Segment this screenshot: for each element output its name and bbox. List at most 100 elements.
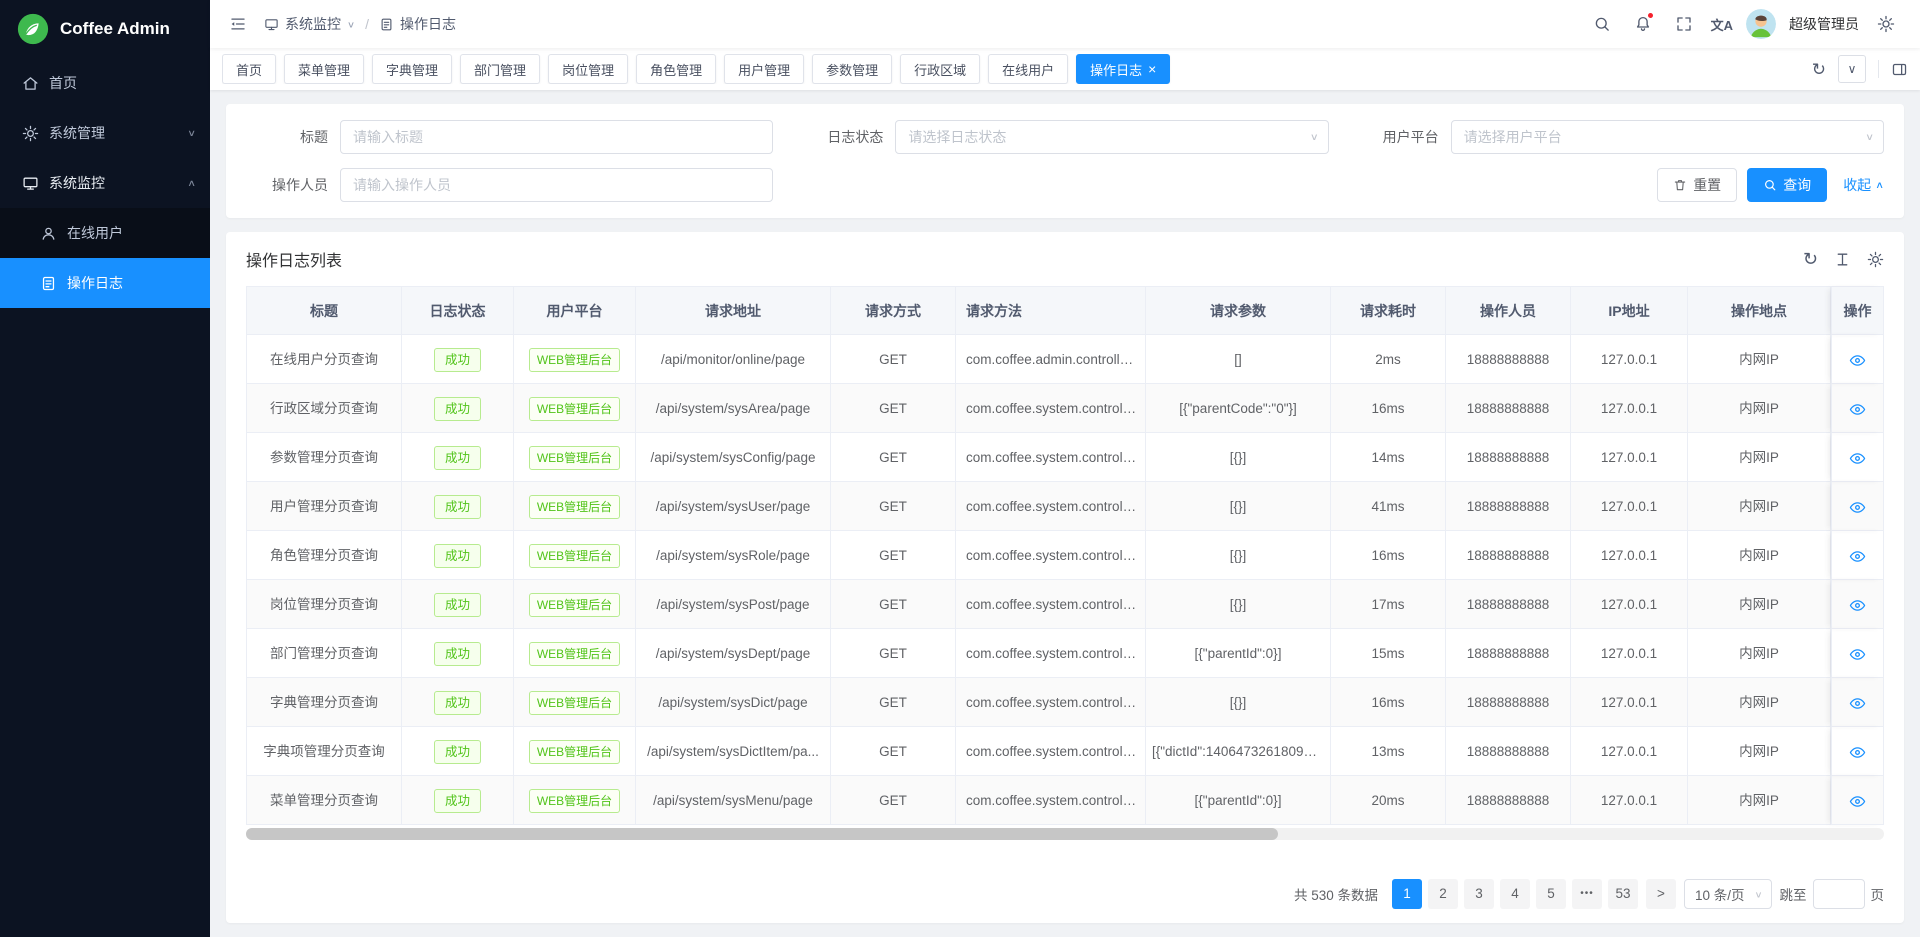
refresh-icon[interactable]: ↻ <box>1803 250 1818 268</box>
title-input[interactable] <box>340 120 773 154</box>
tab-字典管理[interactable]: 字典管理 <box>372 54 452 84</box>
table-row[interactable]: 角色管理分页查询成功WEB管理后台/api/system/sysRole/pag… <box>247 531 1883 580</box>
sidebar-item-system-monitor[interactable]: 系统监控 ∧ <box>0 158 210 208</box>
settings-gear-icon[interactable] <box>1872 10 1900 38</box>
table-row[interactable]: 用户管理分页查询成功WEB管理后台/api/system/sysUser/pag… <box>247 482 1883 531</box>
view-icon[interactable] <box>1849 646 1866 663</box>
table-row[interactable]: 在线用户分页查询成功WEB管理后台/api/monitor/online/pag… <box>247 335 1883 384</box>
reset-button[interactable]: 重置 <box>1657 168 1737 202</box>
view-icon[interactable] <box>1849 744 1866 761</box>
view-icon[interactable] <box>1849 352 1866 369</box>
column-settings-gear-icon[interactable] <box>1867 251 1884 268</box>
tab-菜单管理[interactable]: 菜单管理 <box>284 54 364 84</box>
table-row[interactable]: 字典项管理分页查询成功WEB管理后台/api/system/sysDictIte… <box>247 727 1883 776</box>
tab-岗位管理[interactable]: 岗位管理 <box>548 54 628 84</box>
sidebar-item-label: 操作日志 <box>67 273 123 293</box>
cell-location: 内网IP <box>1688 384 1831 433</box>
sidebar-item-home[interactable]: 首页 <box>0 58 210 108</box>
tab-首页[interactable]: 首页 <box>222 54 276 84</box>
search-button[interactable]: 查询 <box>1747 168 1827 202</box>
page-button-2[interactable]: 2 <box>1428 879 1458 909</box>
platform-badge: WEB管理后台 <box>529 789 620 813</box>
column-header: 请求方式 <box>831 287 956 335</box>
pagination: 共 530 条数据 12345•••53 > 10 条/页 ∨ 跳至 页 <box>246 865 1884 909</box>
search-icon[interactable] <box>1588 10 1616 38</box>
status-badge: 成功 <box>434 642 481 666</box>
status-badge: 成功 <box>434 593 481 617</box>
log-status-select[interactable] <box>895 120 1328 154</box>
user-name[interactable]: 超级管理员 <box>1789 14 1859 34</box>
avatar[interactable] <box>1746 9 1776 39</box>
notification-bell-icon[interactable] <box>1629 10 1657 38</box>
jump-input[interactable] <box>1813 879 1865 909</box>
tab-在线用户[interactable]: 在线用户 <box>988 54 1068 84</box>
column-header: 请求地址 <box>636 287 831 335</box>
language-translate-icon[interactable]: 文A <box>1711 15 1733 34</box>
page-button-5[interactable]: 5 <box>1536 879 1566 909</box>
page-button-53[interactable]: 53 <box>1608 879 1638 909</box>
next-page-button[interactable]: > <box>1646 879 1676 909</box>
view-icon[interactable] <box>1849 450 1866 467</box>
cell-params: [{"parentId":0}] <box>1146 776 1331 825</box>
sidebar-item-label: 系统监控 <box>49 173 105 193</box>
status-badge: 成功 <box>434 495 481 519</box>
table-row[interactable]: 岗位管理分页查询成功WEB管理后台/api/system/sysPost/pag… <box>247 580 1883 629</box>
column-header: 请求参数 <box>1146 287 1331 335</box>
sidebar-item-operation-log[interactable]: 操作日志 <box>0 258 210 308</box>
cell-location: 内网IP <box>1688 482 1831 531</box>
view-icon[interactable] <box>1849 499 1866 516</box>
fullscreen-icon[interactable] <box>1670 10 1698 38</box>
table-row[interactable]: 部门管理分页查询成功WEB管理后台/api/system/sysDept/pag… <box>247 629 1883 678</box>
table-body: 在线用户分页查询成功WEB管理后台/api/monitor/online/pag… <box>247 335 1883 825</box>
user-platform-select[interactable] <box>1451 120 1884 154</box>
fold-menu-icon[interactable] <box>224 10 252 38</box>
platform-badge: WEB管理后台 <box>529 740 620 764</box>
collapse-label: 收起 <box>1843 175 1871 195</box>
view-icon[interactable] <box>1849 695 1866 712</box>
refresh-icon[interactable]: ↻ <box>1812 61 1826 78</box>
tab-行政区域[interactable]: 行政区域 <box>900 54 980 84</box>
page-ellipsis[interactable]: ••• <box>1572 879 1602 909</box>
table-row[interactable]: 字典管理分页查询成功WEB管理后台/api/system/sysDict/pag… <box>247 678 1883 727</box>
cell-ip: 127.0.0.1 <box>1571 629 1688 678</box>
table-row[interactable]: 参数管理分页查询成功WEB管理后台/api/system/sysConfig/p… <box>247 433 1883 482</box>
page-button-1[interactable]: 1 <box>1392 879 1422 909</box>
tab-用户管理[interactable]: 用户管理 <box>724 54 804 84</box>
page-button-4[interactable]: 4 <box>1500 879 1530 909</box>
view-icon[interactable] <box>1849 401 1866 418</box>
density-icon[interactable] <box>1834 251 1851 268</box>
tab-部门管理[interactable]: 部门管理 <box>460 54 540 84</box>
platform-badge: WEB管理后台 <box>529 397 620 421</box>
notification-badge <box>1647 12 1654 19</box>
cell-url: /api/system/sysArea/page <box>636 384 831 433</box>
view-icon[interactable] <box>1849 548 1866 565</box>
table-row[interactable]: 菜单管理分页查询成功WEB管理后台/api/system/sysMenu/pag… <box>247 776 1883 825</box>
tab-label: 角色管理 <box>650 60 702 79</box>
table-row[interactable]: 行政区域分页查询成功WEB管理后台/api/system/sysArea/pag… <box>247 384 1883 433</box>
horizontal-scrollbar-thumb[interactable] <box>246 828 1278 840</box>
jump-label: 跳至 <box>1780 884 1807 904</box>
tab-label: 参数管理 <box>826 60 878 79</box>
layout-panel-icon[interactable] <box>1891 61 1908 78</box>
view-icon[interactable] <box>1849 793 1866 810</box>
tab-close-icon[interactable]: × <box>1148 62 1156 76</box>
cell-ip: 127.0.0.1 <box>1571 776 1688 825</box>
view-icon[interactable] <box>1849 597 1866 614</box>
sidebar-item-system-mgmt[interactable]: 系统管理 ∨ <box>0 108 210 158</box>
operator-input[interactable] <box>340 168 773 202</box>
tab-参数管理[interactable]: 参数管理 <box>812 54 892 84</box>
tab-角色管理[interactable]: 角色管理 <box>636 54 716 84</box>
breadcrumb-parent[interactable]: 系统监控 <box>285 14 341 34</box>
table-header-row: 标题日志状态用户平台请求地址请求方式请求方法请求参数请求耗时操作人员IP地址操作… <box>247 287 1883 335</box>
sidebar-item-online-users[interactable]: 在线用户 <box>0 208 210 258</box>
tabs-menu-dropdown[interactable]: ∨ <box>1838 55 1866 83</box>
collapse-toggle[interactable]: 收起 ∧ <box>1843 175 1884 195</box>
page-size-select[interactable]: 10 条/页 ∨ <box>1684 879 1772 909</box>
tab-操作日志[interactable]: 操作日志× <box>1076 54 1170 84</box>
cell-method: GET <box>831 629 956 678</box>
cell-params: [] <box>1146 335 1331 384</box>
sidebar-menu: 首页 系统管理 ∨ 系统监控 ∧ 在线用户 操作日志 <box>0 58 210 937</box>
chevron-up-icon: ∧ <box>1875 179 1884 190</box>
page-button-3[interactable]: 3 <box>1464 879 1494 909</box>
platform-badge: WEB管理后台 <box>529 495 620 519</box>
